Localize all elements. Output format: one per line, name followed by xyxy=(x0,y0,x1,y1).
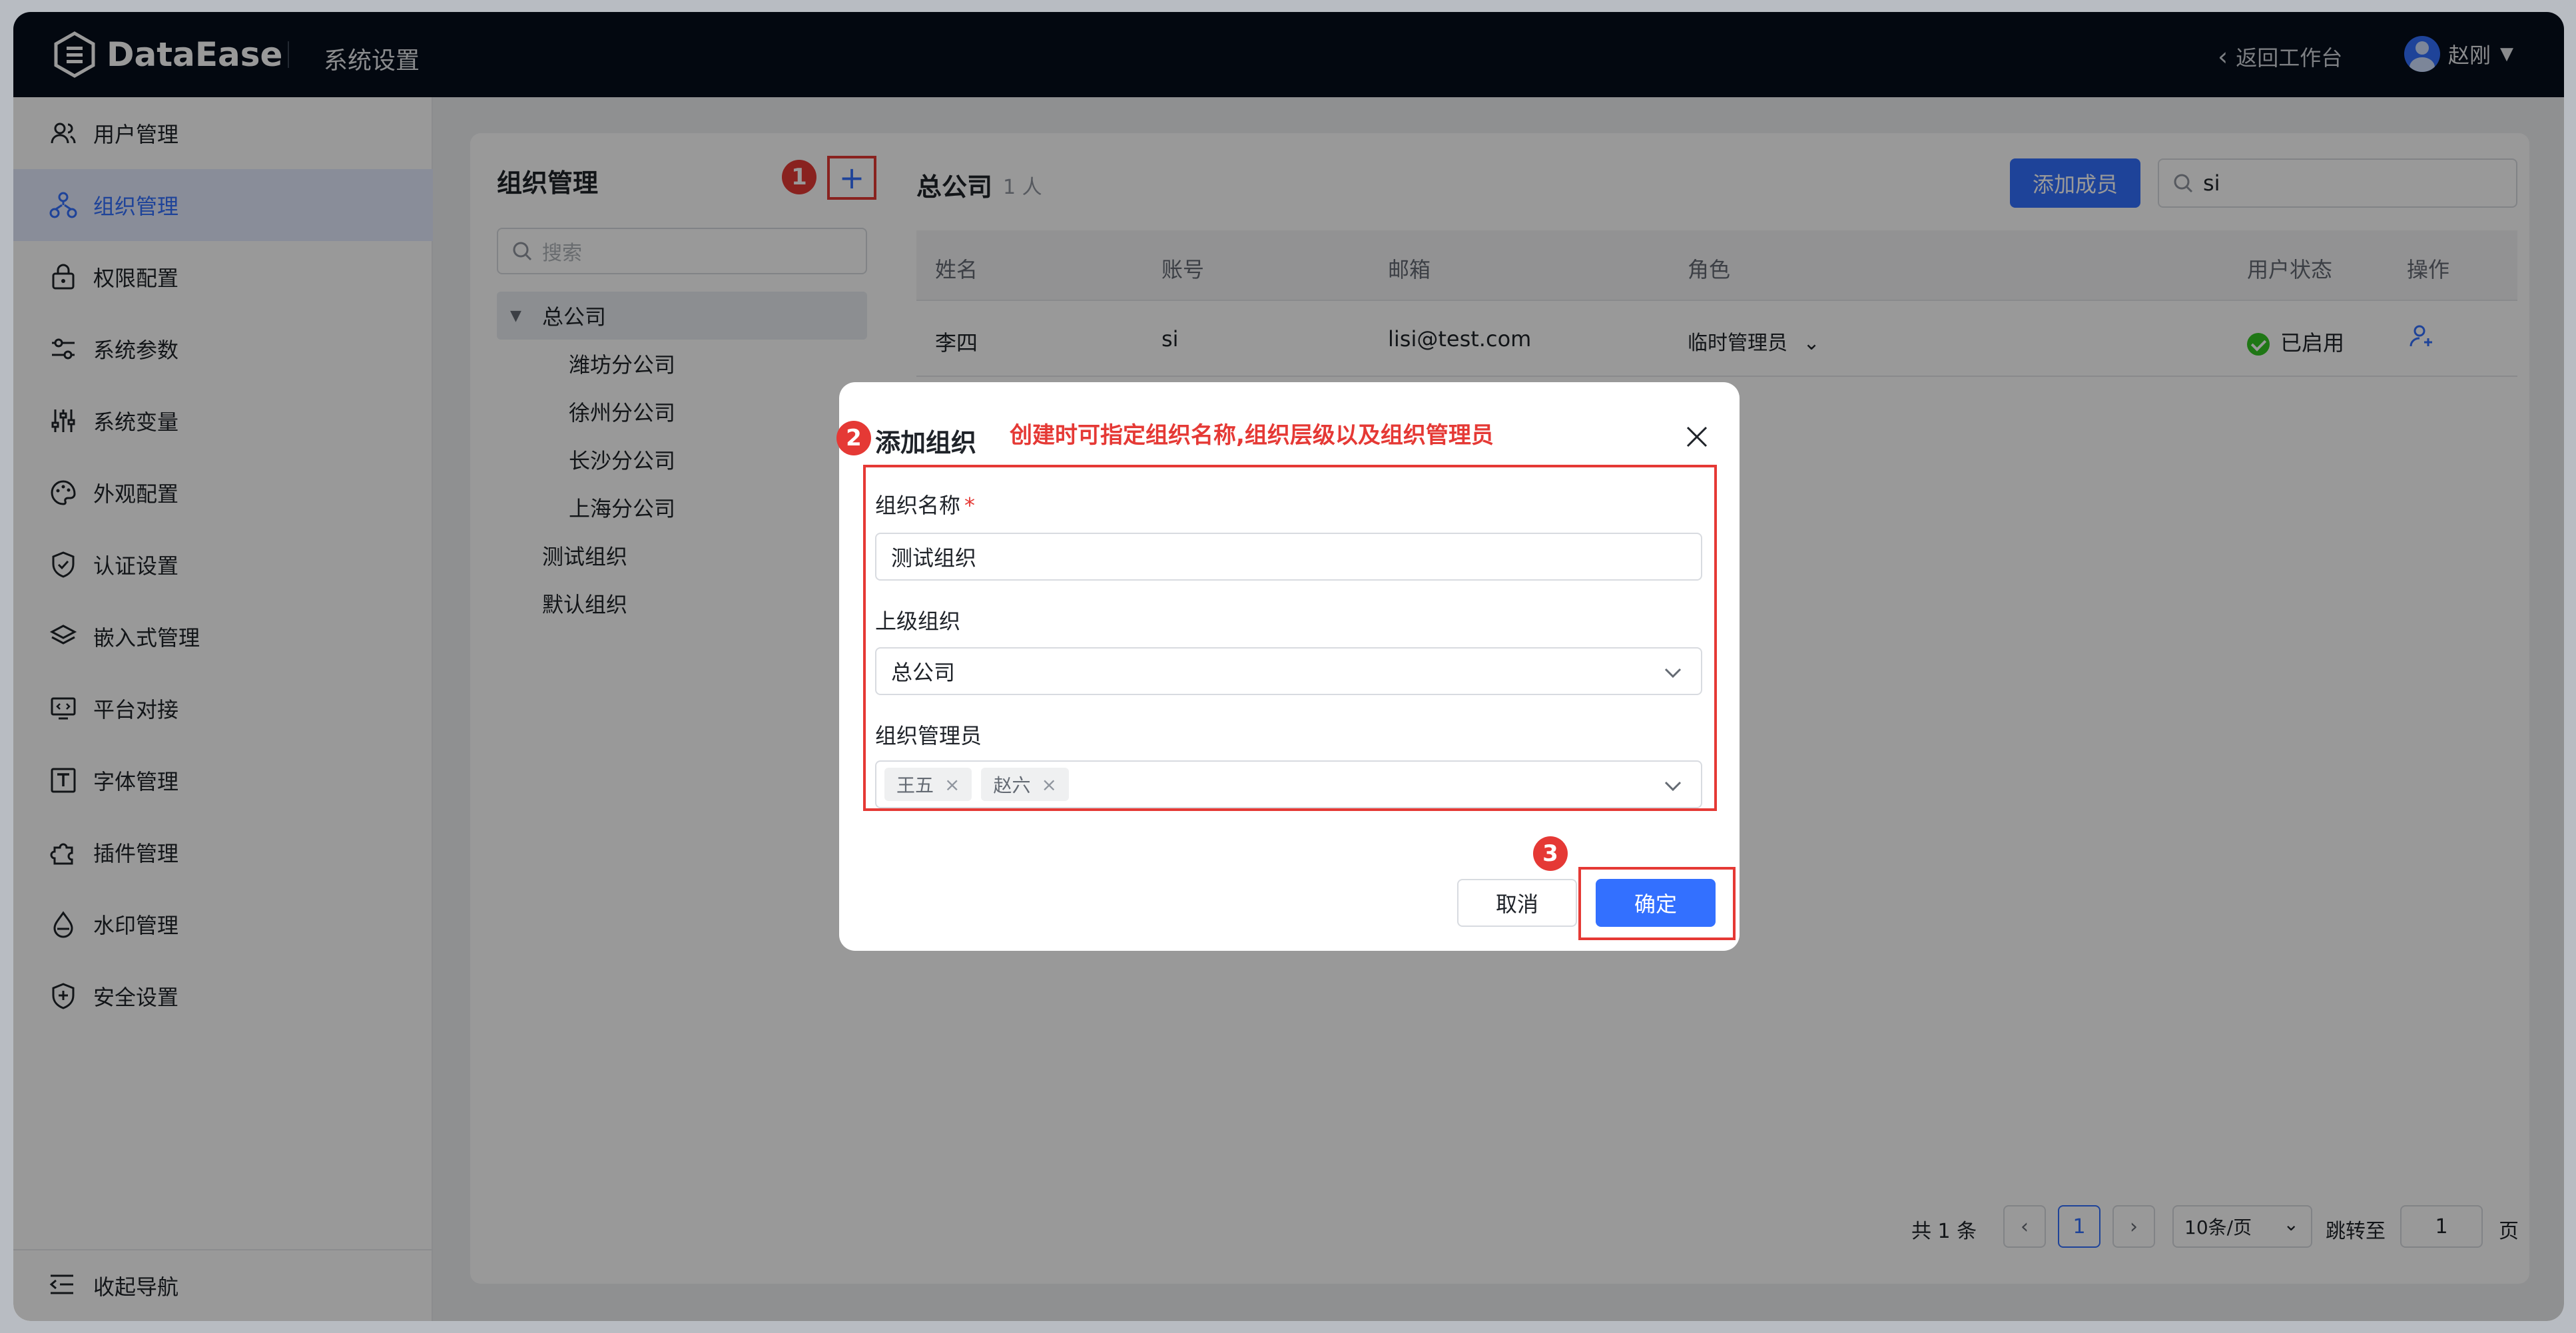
cancel-button[interactable]: 取消 xyxy=(1457,879,1577,927)
parent-org-value: 总公司 xyxy=(891,660,956,685)
parent-org-label: 上级组织 xyxy=(875,609,961,634)
tag-remove-icon[interactable]: × xyxy=(1042,774,1057,796)
org-name-label-text: 组织名称 xyxy=(875,493,961,518)
org-name-input[interactable]: 测试组织 xyxy=(875,533,1702,581)
step-badge-2: 2 xyxy=(836,421,871,455)
close-button[interactable] xyxy=(1682,422,1712,451)
admin-tag-label: 赵六 xyxy=(993,774,1031,796)
app-window: DataEase 系统设置 ‹ 返回工作台 赵刚 ▼ 用户管理 组织管理 权限配… xyxy=(13,12,2564,1321)
org-name-label: 组织名称 * xyxy=(875,489,975,519)
step-badge-3: 3 xyxy=(1533,836,1568,871)
chevron-down-icon xyxy=(1664,781,1682,792)
org-name-value: 测试组织 xyxy=(891,545,977,571)
dialog-title: 添加组织 xyxy=(875,428,977,457)
admin-tag-label: 王五 xyxy=(896,774,934,796)
org-admin-label: 组织管理员 xyxy=(875,723,982,748)
annotation-text: 创建时可指定组织名称,组织层级以及组织管理员 xyxy=(1010,422,1494,449)
admin-tag: 赵六 × xyxy=(981,768,1069,801)
form-highlight-box xyxy=(863,465,1717,811)
confirm-button[interactable]: 确定 xyxy=(1596,879,1716,927)
add-org-dialog: 2 添加组织 创建时可指定组织名称,组织层级以及组织管理员 组织名称 * 测试组织… xyxy=(836,382,1740,951)
close-icon xyxy=(1686,426,1708,447)
tag-remove-icon[interactable]: × xyxy=(944,774,960,796)
parent-org-select[interactable]: 总公司 xyxy=(875,647,1702,695)
chevron-down-icon xyxy=(1664,668,1682,678)
required-mark: * xyxy=(964,493,976,518)
admin-tag: 王五 × xyxy=(884,768,972,801)
org-admin-select[interactable]: 王五 × 赵六 × xyxy=(875,760,1702,808)
